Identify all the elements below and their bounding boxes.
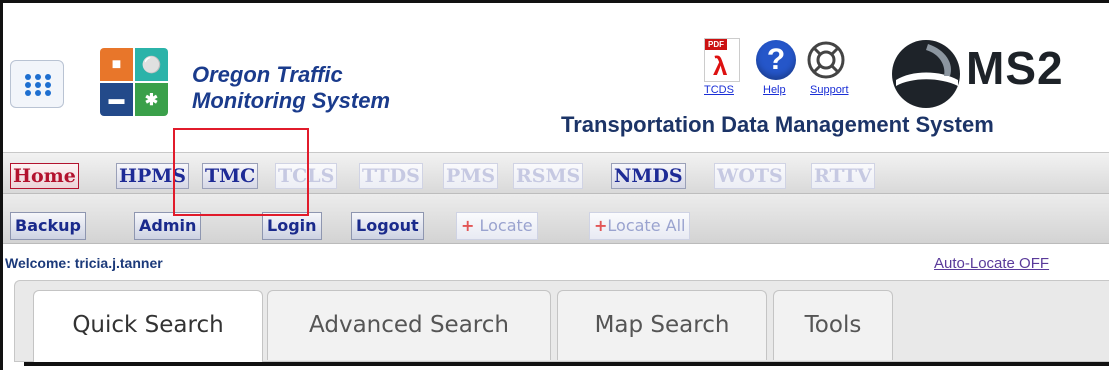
- module-nmds[interactable]: NMDS: [611, 163, 686, 189]
- pedestrian-icon: ✱: [135, 83, 168, 116]
- module-pms: PMS: [443, 163, 499, 189]
- locate-button[interactable]: + Locate: [456, 212, 538, 240]
- help-link[interactable]: Help: [763, 84, 786, 96]
- tab-quick-search[interactable]: Quick Search: [33, 290, 263, 364]
- system-title: Transportation Data Management System: [561, 112, 994, 137]
- app-title-line1: Oregon Traffic: [192, 62, 343, 87]
- logout-button[interactable]: Logout: [351, 212, 424, 240]
- module-tmc[interactable]: TMC: [202, 163, 259, 189]
- car-icon: ▬: [100, 83, 133, 116]
- locate-all-button[interactable]: +Locate All: [589, 212, 691, 240]
- backup-button[interactable]: Backup: [10, 212, 86, 240]
- app-title: Oregon Traffic Monitoring System: [192, 62, 390, 114]
- module-hpms[interactable]: HPMS: [116, 163, 189, 189]
- help-icon[interactable]: ?: [756, 40, 796, 80]
- lifebuoy-icon[interactable]: [806, 40, 846, 80]
- locate-all-label: Locate All: [607, 216, 686, 235]
- top-links: PDF λ ? TCDS Help Support: [700, 38, 890, 106]
- app-launcher-button[interactable]: [10, 60, 64, 108]
- module-wots: WOTS: [714, 163, 786, 189]
- tab-tools[interactable]: Tools: [773, 290, 893, 360]
- welcome-message: Welcome: tricia.j.tanner: [5, 255, 163, 271]
- support-link[interactable]: Support: [810, 84, 849, 96]
- module-tcls: TCLS: [275, 163, 338, 189]
- auto-locate-toggle[interactable]: Auto-Locate OFF: [934, 255, 1049, 272]
- ms2-logo-icon: [892, 40, 960, 108]
- grid-icon: [25, 74, 51, 96]
- bicycle-icon: ⚪: [135, 48, 168, 81]
- locate-label: Locate: [479, 216, 533, 235]
- pdf-tag: PDF: [705, 39, 727, 50]
- truck-icon: ■: [100, 48, 133, 81]
- module-rttv: RTTV: [811, 163, 875, 189]
- otms-logo: ■ ⚪ ▬ ✱: [100, 48, 168, 116]
- module-rsms: RSMS: [513, 163, 584, 189]
- tcds-link[interactable]: TCDS: [704, 84, 734, 96]
- tab-advanced-search[interactable]: Advanced Search: [267, 290, 551, 360]
- crosshair-all-icon: +: [594, 216, 608, 235]
- admin-button[interactable]: Admin: [134, 212, 202, 240]
- module-ttds: TTDS: [359, 163, 423, 189]
- ms2-brand: MS2: [966, 42, 1064, 94]
- crosshair-icon: +: [461, 216, 475, 235]
- tab-bottom-border: [24, 362, 1109, 366]
- tab-map-search[interactable]: Map Search: [557, 290, 767, 360]
- login-button[interactable]: Login: [262, 212, 322, 240]
- app-title-line2: Monitoring System: [192, 88, 391, 113]
- pdf-icon[interactable]: PDF λ: [704, 38, 740, 82]
- module-home[interactable]: Home: [10, 163, 79, 189]
